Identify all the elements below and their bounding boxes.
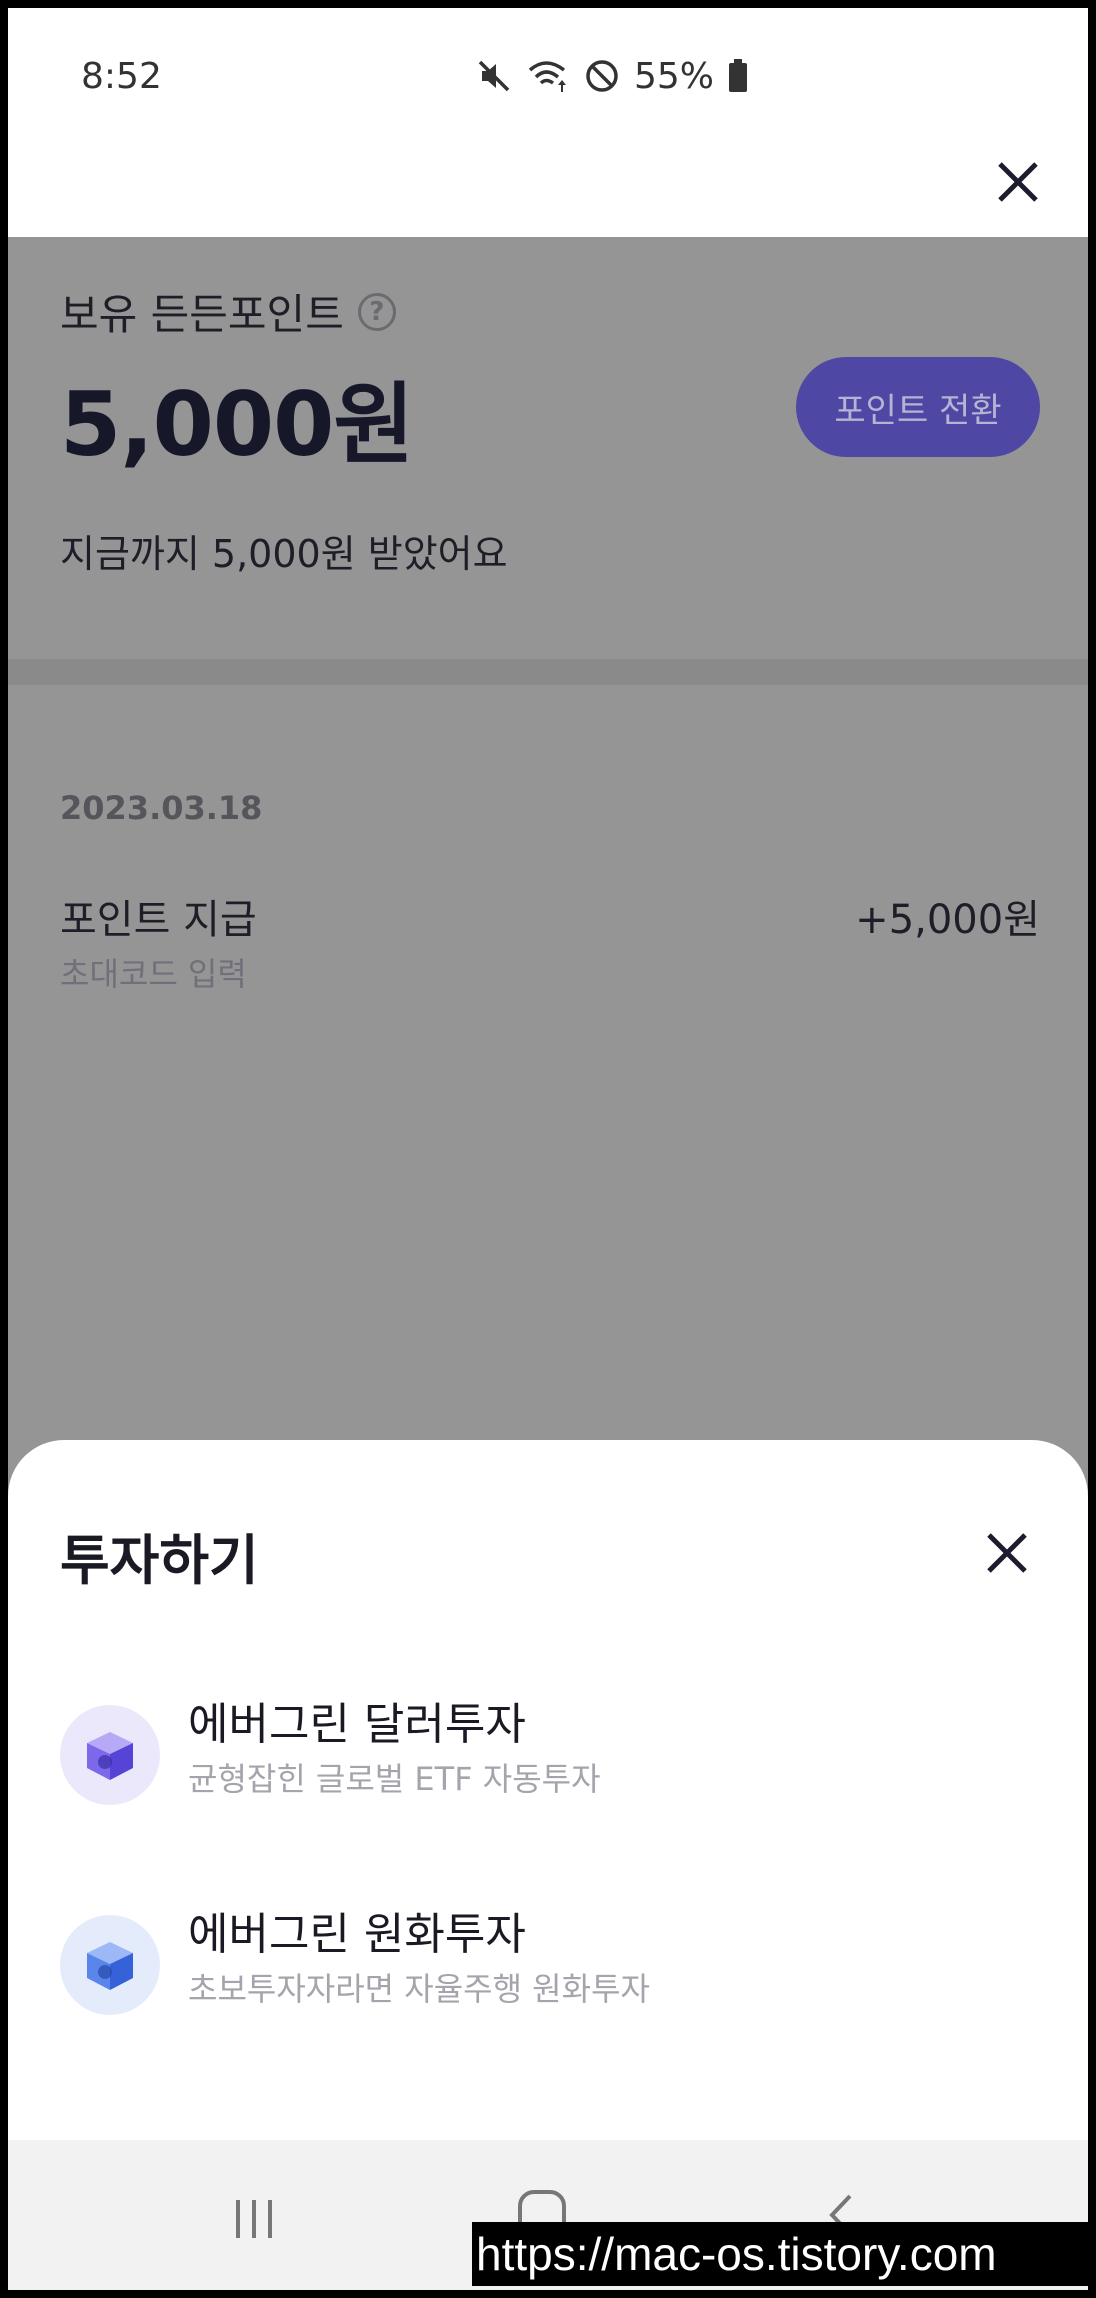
battery-percent: 55% — [633, 55, 714, 97]
watermark: https://mac-os.tistory.com — [472, 2222, 1088, 2286]
dollar-cube-icon — [60, 1705, 160, 1805]
option-subtitle: 초보투자자라면 자율주행 원화투자 — [188, 1970, 650, 2008]
battery-icon — [729, 59, 747, 92]
sheet-title: 투자하기 — [60, 1529, 259, 1592]
transaction-amount: +5,000원 — [855, 897, 1040, 943]
transaction-title: 포인트 지급 — [60, 897, 257, 943]
section-divider — [8, 659, 1088, 685]
won-cube-icon — [60, 1915, 160, 2015]
option-title: 에버그린 원화투자 — [188, 1909, 526, 1960]
mute-icon — [478, 60, 510, 92]
received-summary: 지금까지 5,000원 받았어요 — [60, 532, 508, 576]
points-label-text: 보유 든든포인트 — [60, 290, 344, 339]
option-dollar-invest[interactable]: 에버그린 달러투자 균형잡힌 글로벌 ETF 자동투자 — [8, 1688, 1088, 1848]
history-date: 2023.03.18 — [60, 789, 263, 827]
phone-screen: 8:52 55% 보유 든든포인트 ? 5,000원 포인트 전환 지금까지 5… — [8, 8, 1088, 2290]
status-bar: 8:52 55% — [8, 8, 1088, 136]
do-not-disturb-icon — [586, 60, 618, 92]
status-time: 8:52 — [81, 56, 162, 97]
option-won-invest[interactable]: 에버그린 원화투자 초보투자자라면 자율주행 원화투자 — [8, 1898, 1088, 2058]
recents-icon[interactable] — [224, 2196, 284, 2242]
option-subtitle: 균형잡힌 글로벌 ETF 자동투자 — [188, 1760, 601, 1798]
convert-points-button[interactable]: 포인트 전환 — [796, 357, 1040, 457]
status-icons: 55% — [476, 54, 748, 98]
close-icon[interactable] — [988, 152, 1048, 212]
points-label: 보유 든든포인트 ? — [60, 281, 396, 342]
help-icon[interactable]: ? — [357, 292, 396, 331]
points-amount: 5,000원 — [60, 373, 414, 476]
option-title: 에버그린 달러투자 — [188, 1699, 526, 1750]
invest-bottom-sheet: 투자하기 에버그린 달러투자 균형잡힌 글로벌 ETF 자동투자 에버그린 원화… — [8, 1440, 1088, 2140]
wifi-icon — [528, 61, 566, 92]
sheet-close-icon[interactable] — [982, 1528, 1032, 1578]
transaction-subtitle: 초대코드 입력 — [60, 955, 247, 993]
